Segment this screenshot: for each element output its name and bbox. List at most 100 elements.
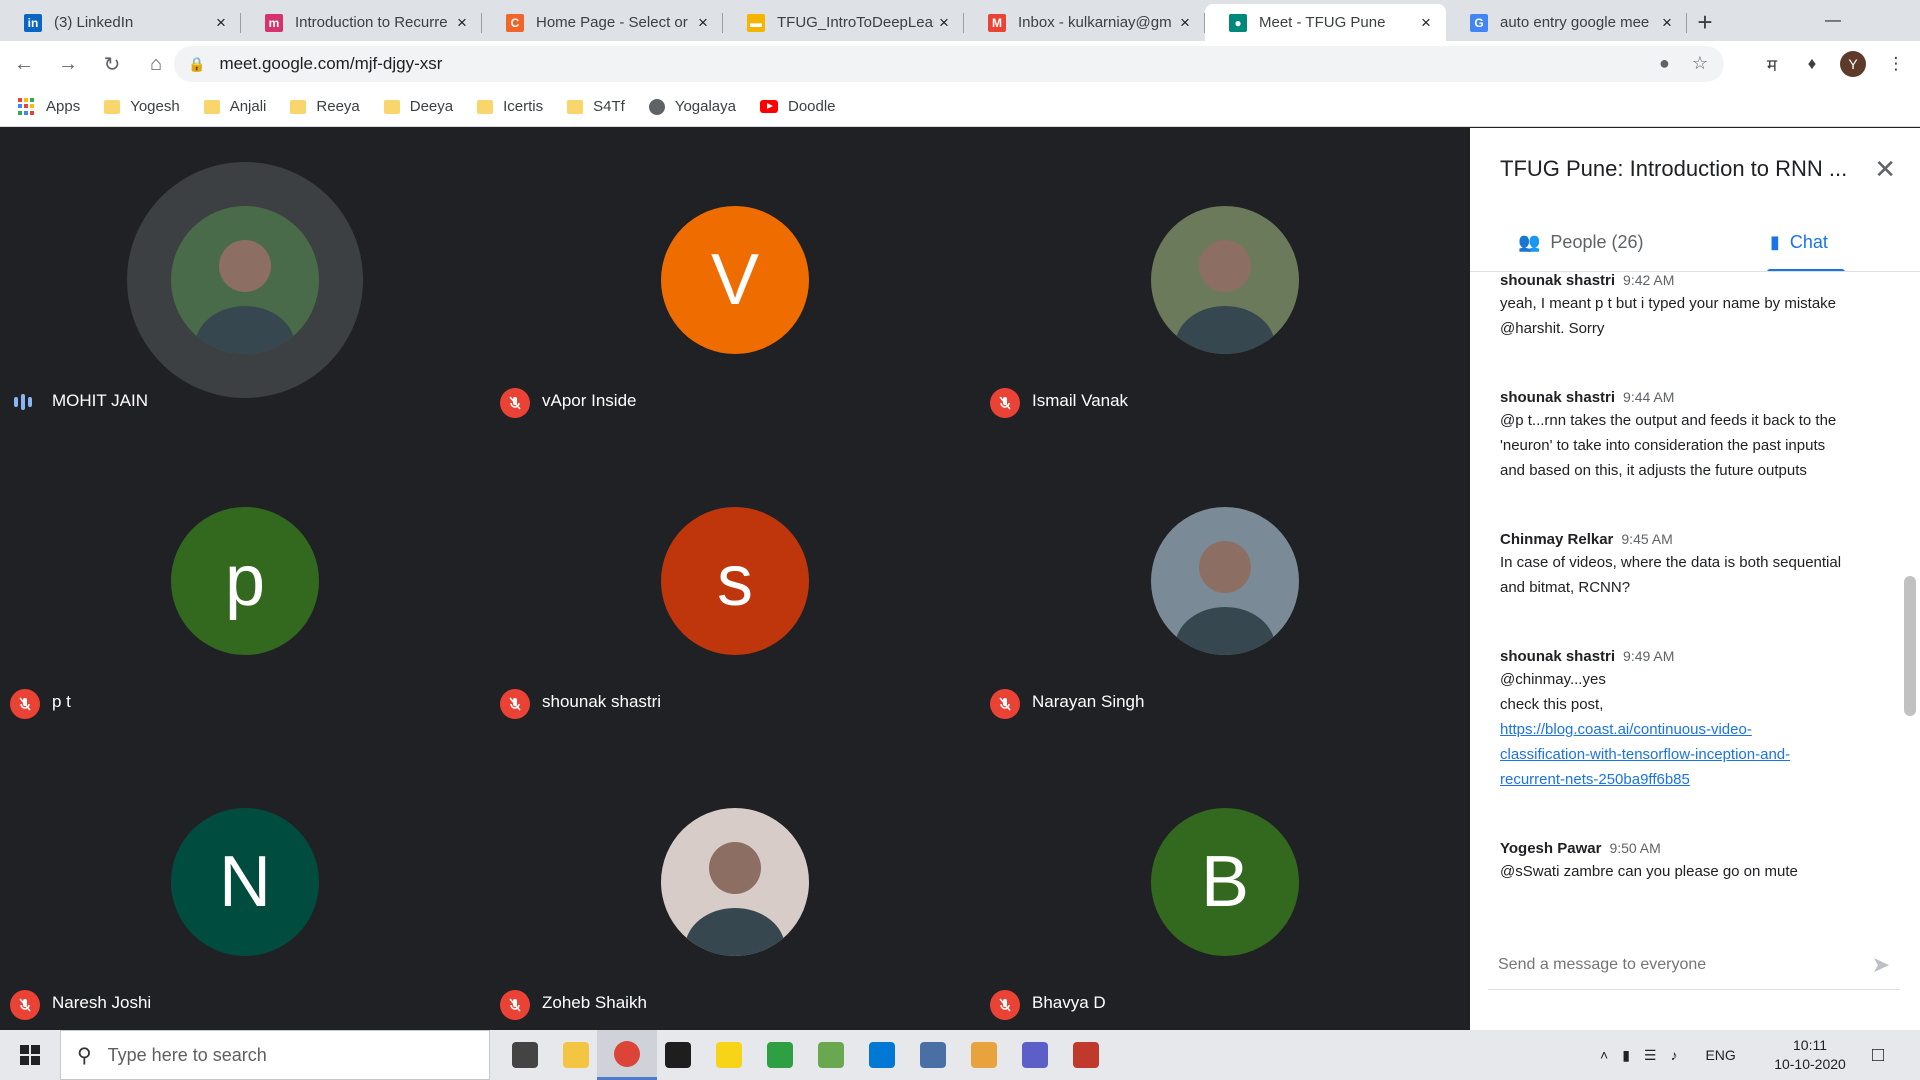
browser-tab-title: (3) LinkedIn — [54, 14, 134, 31]
system-clock[interactable]: 10:11 10-10-2020 — [1760, 1036, 1860, 1074]
browser-tab[interactable]: ▬ TFUG_IntroToDeepLear × — [723, 4, 964, 41]
language-indicator[interactable]: ENG — [1705, 1047, 1735, 1063]
participant-name: Zoheb Shaikh — [542, 993, 647, 1012]
muted-mic-icon — [10, 689, 40, 719]
bookmark-doodle[interactable]: Doodle — [759, 98, 836, 115]
reload-button[interactable]: ↻ — [92, 44, 132, 84]
forward-button[interactable]: → — [48, 44, 88, 84]
message-text: @sSwati zambre can you please go on mute — [1500, 863, 1798, 880]
google-icon: G — [1470, 13, 1488, 32]
close-tab-icon[interactable]: × — [1416, 13, 1436, 33]
network-icon — [920, 1042, 946, 1068]
browser-tab[interactable]: ● Meet - TFUG Pune × — [1205, 4, 1446, 41]
camera-icon[interactable]: ● — [1659, 53, 1670, 74]
bookmark-reeya[interactable]: Reeya — [290, 98, 360, 115]
taskbar-search[interactable]: ⚲ Type here to search — [60, 1030, 490, 1080]
participant-avatar: N — [171, 808, 319, 956]
folder-app-icon — [971, 1042, 997, 1068]
minimize-button[interactable]: — — [1804, 0, 1862, 41]
address-bar[interactable]: 🔒 meet.google.com/mjf-djgy-xsr ● ☆ — [174, 46, 1724, 82]
participant-tile[interactable]: s shounak shastri — [490, 429, 980, 729]
bookmark-anjali[interactable]: Anjali — [203, 98, 267, 115]
bookmark-yogesh[interactable]: Yogesh — [104, 98, 180, 115]
close-tab-icon[interactable]: × — [934, 13, 954, 33]
menu-icon[interactable]: ⋮ — [1882, 50, 1910, 78]
participant-name: MOHIT JAIN — [52, 391, 149, 410]
tab-strip: in (3) LinkedIn × m Introduction to Recurre ×… — [0, 0, 1920, 41]
message-link[interactable]: recurrent-nets-250ba9ff6b85 — [1500, 767, 1890, 792]
linkedin-icon: in — [24, 13, 42, 32]
browser-tab-title: TFUG_IntroToDeepLear — [777, 14, 934, 31]
back-button[interactable]: ← — [4, 44, 44, 84]
profile-avatar[interactable]: Y — [1840, 51, 1866, 77]
participant-tile[interactable]: B Bhavya D — [980, 730, 1470, 1030]
bookmark-deeya[interactable]: Deeya — [383, 98, 453, 115]
bookmark-label: Anjali — [229, 98, 267, 115]
participant-tile[interactable]: Zoheb Shaikh — [490, 730, 980, 1030]
chat-message: Chinmay Relkar 9:45 AM In case of videos, … — [1500, 531, 1890, 600]
chat-input[interactable] — [1498, 940, 1838, 990]
lock-icon: 🔒 — [188, 55, 206, 72]
volume-icon[interactable]: ♪ — [1670, 1047, 1677, 1063]
bookmark-apps[interactable]: Apps — [18, 97, 80, 116]
puzzle-icon[interactable]: ♦ — [1798, 50, 1826, 78]
tab-chat[interactable]: ▮ Chat — [1770, 212, 1828, 272]
message-time: 9:44 AM — [1623, 389, 1675, 405]
close-tab-icon[interactable]: × — [1175, 13, 1195, 33]
close-panel-button[interactable]: ✕ — [1874, 154, 1896, 185]
new-tab-button[interactable]: + — [1687, 4, 1723, 41]
participant-tile[interactable]: Ismail Vanak — [980, 128, 1470, 428]
participant-tile[interactable]: MOHIT JAIN — [0, 128, 490, 428]
outlook-icon — [869, 1042, 895, 1068]
chevron-up-icon[interactable]: ˄ — [1600, 1047, 1608, 1063]
pdf-taskbar-button[interactable] — [1056, 1035, 1116, 1075]
notifications-icon[interactable]: □ — [1872, 1030, 1884, 1080]
home-button[interactable]: ⌂ — [136, 44, 176, 84]
participant-tile[interactable]: N Naresh Joshi — [0, 730, 490, 1030]
browser-tab[interactable]: M Inbox - kulkarniay@gm × — [964, 4, 1205, 41]
chat-scrollbar[interactable] — [1904, 576, 1916, 716]
system-tray: ˄ ▮ ☰ ♪ ENG — [1600, 1030, 1736, 1080]
close-tab-icon[interactable]: × — [211, 13, 231, 33]
extension-icon[interactable]: म — [1758, 50, 1786, 78]
participant-tile[interactable]: p p t — [0, 429, 490, 729]
message-link[interactable]: classification-with-tensorflow-inception… — [1500, 742, 1890, 767]
tab-chat-label: Chat — [1789, 231, 1828, 252]
bookmark-icertis[interactable]: Icertis — [477, 98, 543, 115]
browser-tab[interactable]: m Introduction to Recurre × — [241, 4, 482, 41]
participant-grid: MOHIT JAIN VvApor Inside Ismail Vanak p p t s… — [0, 128, 1470, 1030]
start-button[interactable] — [0, 1030, 60, 1080]
chat-message-list[interactable]: shounak shastri 9:42 AM yeah, I meant p t … — [1470, 272, 1908, 926]
participant-photo — [1151, 507, 1299, 655]
wifi-icon[interactable]: ☰ — [1644, 1047, 1657, 1064]
message-time: 9:49 AM — [1623, 648, 1675, 664]
browser-tab[interactable]: in (3) LinkedIn × — [0, 4, 241, 41]
participant-avatar: s — [661, 507, 809, 655]
close-tab-icon[interactable]: × — [693, 13, 713, 33]
tab-people[interactable]: 👥 People (26) — [1518, 212, 1643, 272]
participant-tile[interactable]: Narayan Singh — [980, 429, 1470, 729]
send-icon[interactable]: ➤ — [1872, 952, 1890, 978]
bookmark-label: Doodle — [787, 98, 836, 115]
muted-mic-icon — [500, 990, 530, 1020]
bookmark-label: Icertis — [503, 98, 544, 115]
close-tab-icon[interactable]: × — [1657, 13, 1677, 33]
folder-icon — [567, 99, 584, 114]
bookmark-yogalaya[interactable]: Yogalaya — [648, 98, 736, 115]
author-name: Chinmay Relkar — [1500, 531, 1614, 548]
bookmark-s4tf[interactable]: S4Tf — [567, 98, 625, 115]
message-link[interactable]: https://blog.coast.ai/continuous-video- — [1500, 717, 1890, 742]
battery-icon[interactable]: ▮ — [1622, 1047, 1630, 1064]
browser-tab[interactable]: Gauto entry google mee × — [1446, 4, 1687, 41]
bookmark-star-icon[interactable]: ☆ — [1692, 53, 1708, 74]
person-photo-icon — [195, 240, 295, 354]
participant-tile[interactable]: VvApor Inside — [490, 128, 980, 428]
browser-tab[interactable]: C Home Page - Select or × — [482, 4, 723, 41]
chat-message-author: Chinmay Relkar 9:45 AM — [1500, 531, 1890, 548]
bookmark-label: S4Tf — [593, 98, 625, 115]
muted-mic-icon — [500, 388, 530, 418]
close-tab-icon[interactable]: × — [452, 13, 472, 33]
participant-name: vApor Inside — [542, 391, 637, 410]
muted-mic-icon — [500, 689, 530, 719]
search-icon: ⚲ — [77, 1044, 92, 1067]
